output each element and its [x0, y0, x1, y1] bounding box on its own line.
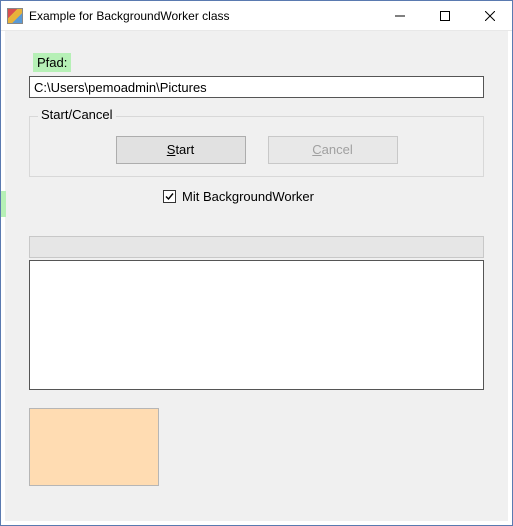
start-button[interactable]: Start — [116, 136, 246, 164]
window-title: Example for BackgroundWorker class — [29, 9, 377, 23]
bgworker-checkbox-row[interactable]: Mit BackgroundWorker — [163, 189, 484, 204]
cancel-accel: C — [312, 142, 321, 157]
start-text: tart — [175, 142, 194, 157]
maximize-button[interactable] — [422, 1, 467, 30]
path-label: Pfad: — [33, 53, 71, 72]
results-listbox[interactable] — [29, 260, 484, 390]
app-window: Example for BackgroundWorker class Pfad:… — [0, 0, 513, 526]
close-button[interactable] — [467, 1, 512, 30]
minimize-button[interactable] — [377, 1, 422, 30]
cancel-button: Cancel — [268, 136, 398, 164]
window-controls — [377, 1, 512, 30]
path-input[interactable] — [29, 76, 484, 98]
app-icon — [7, 8, 23, 24]
cancel-text: ancel — [322, 142, 353, 157]
bgworker-checkbox-label: Mit BackgroundWorker — [182, 189, 314, 204]
button-row: Start Cancel — [40, 136, 473, 164]
progress-bar — [29, 236, 484, 258]
client-area: Pfad: Start/Cancel Start Cancel Mit Back… — [1, 31, 512, 525]
titlebar[interactable]: Example for BackgroundWorker class — [1, 1, 512, 31]
bgworker-checkbox[interactable] — [163, 190, 176, 203]
group-legend: Start/Cancel — [38, 107, 116, 122]
check-icon — [164, 191, 175, 202]
edge-accent — [1, 191, 6, 217]
start-cancel-group: Start/Cancel Start Cancel — [29, 116, 484, 177]
image-preview — [29, 408, 159, 486]
